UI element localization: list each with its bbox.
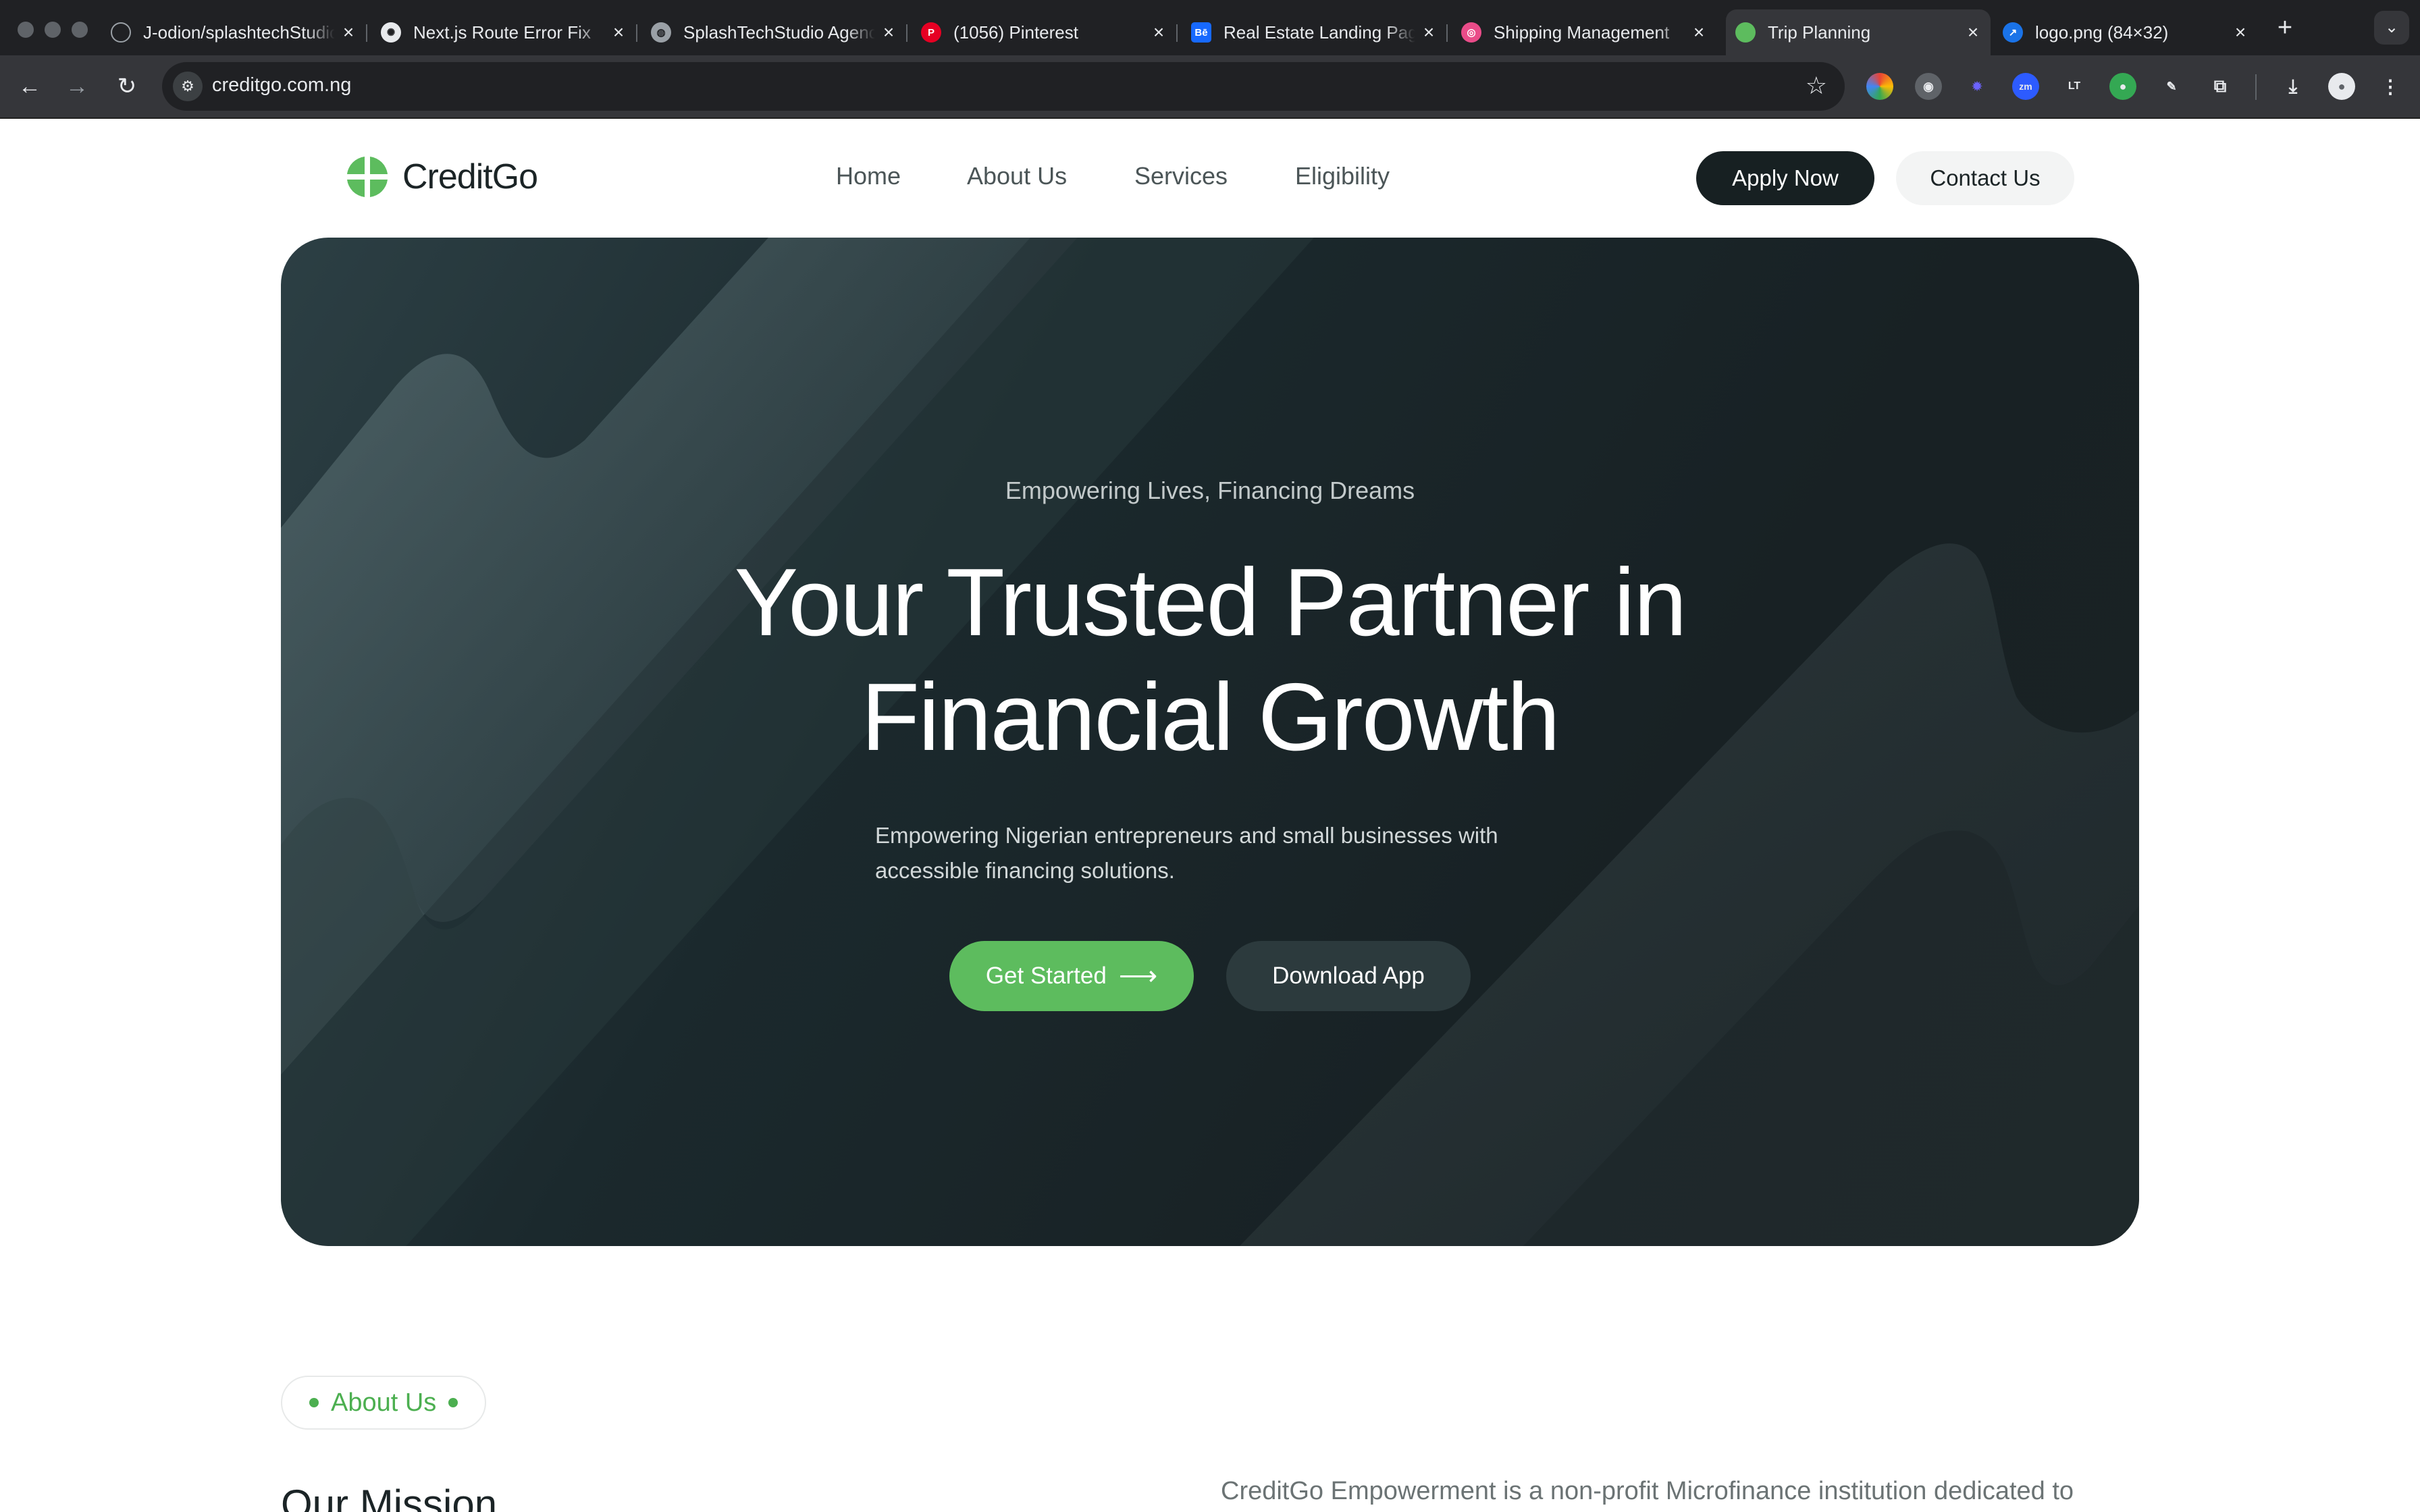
hero-eyebrow: Empowering Lives, Financing Dreams — [1005, 477, 1415, 504]
profile-avatar[interactable]: ● — [2328, 73, 2355, 100]
nav-link-about[interactable]: About Us — [967, 162, 1067, 190]
back-icon[interactable]: ← — [14, 70, 46, 103]
bookmark-star-icon[interactable]: ☆ — [1806, 72, 1827, 100]
browser-tab[interactable]: ↗ logo.png (84×32) × — [1993, 9, 2258, 55]
extensions-puzzle-icon[interactable]: ⧉ — [2207, 73, 2234, 100]
close-icon[interactable]: × — [1415, 22, 1442, 43]
github-icon — [111, 22, 131, 43]
hero-headline-line-1: Your Trusted Partner in — [734, 549, 1687, 656]
close-icon[interactable]: × — [335, 22, 362, 43]
hero-headline: Your Trusted Partner in Financial Growth — [281, 545, 2139, 775]
close-icon[interactable]: × — [1685, 22, 1712, 43]
nav-link-eligibility[interactable]: Eligibility — [1295, 162, 1390, 190]
color-picker-extension-icon[interactable] — [1866, 73, 1893, 100]
about-us-pill: About Us — [281, 1376, 487, 1430]
close-icon[interactable]: × — [1145, 22, 1172, 43]
address-bar[interactable]: ⚙ creditgo.com.ng ☆ — [162, 62, 1845, 111]
apply-now-button[interactable]: Apply Now — [1696, 151, 1874, 205]
pinterest-icon: P — [921, 22, 941, 43]
browser-toolbar: ← → ↻ ⚙ creditgo.com.ng ☆ ◉ ✹ zm LT ● ✎ … — [0, 55, 2420, 119]
browser-tab[interactable]: ◍ SplashTechStudio Agency × — [641, 9, 908, 55]
image-icon: ↗ — [2003, 22, 2023, 43]
contact-us-button[interactable]: Contact Us — [1896, 151, 2074, 205]
android-extension-icon[interactable]: ● — [2109, 73, 2136, 100]
hero-headline-line-2: Financial Growth — [861, 664, 1560, 771]
browser-tab[interactable]: ◎ Shipping Management × — [1452, 9, 1716, 55]
browser-tab[interactable]: ✺ Next.js Route Error Fix × — [371, 9, 637, 55]
nav-link-home[interactable]: Home — [836, 162, 901, 190]
window-zoom-control[interactable] — [72, 22, 88, 38]
dot-icon — [309, 1398, 319, 1407]
about-paragraph: CreditGo Empowerment is a non-profit Mic… — [1221, 1477, 2074, 1505]
close-icon[interactable]: × — [2227, 22, 2254, 43]
lambdatest-extension-icon[interactable]: LT — [2061, 73, 2088, 100]
browser-tab-active[interactable]: Trip Planning × — [1726, 9, 1991, 55]
dribbble-icon: ◎ — [1461, 22, 1481, 43]
browser-tab[interactable]: J-odion/splashtechStudio × — [101, 9, 367, 55]
reload-icon[interactable]: ↻ — [111, 70, 143, 103]
hero-section: Empowering Lives, Financing Dreams Your … — [281, 238, 2139, 1246]
brand-name: CreditGo — [402, 157, 538, 196]
gear-extension-icon[interactable]: ✹ — [1964, 73, 1991, 100]
mission-heading: Our Mission — [281, 1482, 498, 1512]
eyedropper-extension-icon[interactable]: ✎ — [2158, 73, 2185, 100]
get-started-button[interactable]: Get Started ⟶ — [949, 941, 1194, 1011]
close-icon[interactable]: × — [605, 22, 632, 43]
download-app-button[interactable]: Download App — [1226, 941, 1471, 1011]
nav-link-services[interactable]: Services — [1134, 162, 1228, 190]
creditgo-logo-icon — [347, 157, 388, 197]
behance-icon: Bē — [1191, 22, 1211, 43]
browser-tab-strip: J-odion/splashtechStudio × ✺ Next.js Rou… — [0, 0, 2420, 55]
window-close-control[interactable] — [18, 22, 34, 38]
brand-logo[interactable]: CreditGo — [344, 154, 538, 200]
camera-extension-icon[interactable]: ◉ — [1915, 73, 1942, 100]
globe-icon: ◍ — [651, 22, 671, 43]
download-icon[interactable]: ⤓ — [2280, 73, 2307, 100]
new-tab-button[interactable]: + — [2270, 14, 2300, 43]
tab-search-button[interactable]: ⌄ — [2374, 11, 2409, 45]
kebab-menu-icon[interactable]: ⋮ — [2377, 73, 2404, 100]
hero-subtext: Empowering Nigerian entrepreneurs and sm… — [875, 823, 1498, 883]
url-text[interactable]: creditgo.com.ng — [212, 74, 351, 97]
openai-icon: ✺ — [381, 22, 401, 43]
site-info-icon[interactable]: ⚙ — [173, 72, 203, 101]
zoom-extension-icon[interactable]: zm — [2012, 73, 2039, 100]
forward-icon[interactable]: → — [61, 70, 93, 103]
window-minimize-control[interactable] — [45, 22, 61, 38]
close-icon[interactable]: × — [1959, 22, 1987, 43]
browser-tab[interactable]: P (1056) Pinterest × — [912, 9, 1178, 55]
arrow-right-icon: ⟶ — [1118, 961, 1158, 991]
dot-icon — [448, 1398, 458, 1407]
close-icon[interactable]: × — [875, 22, 902, 43]
browser-tab[interactable]: Bē Real Estate Landing Page × — [1182, 9, 1448, 55]
creditgo-icon — [1735, 22, 1756, 43]
